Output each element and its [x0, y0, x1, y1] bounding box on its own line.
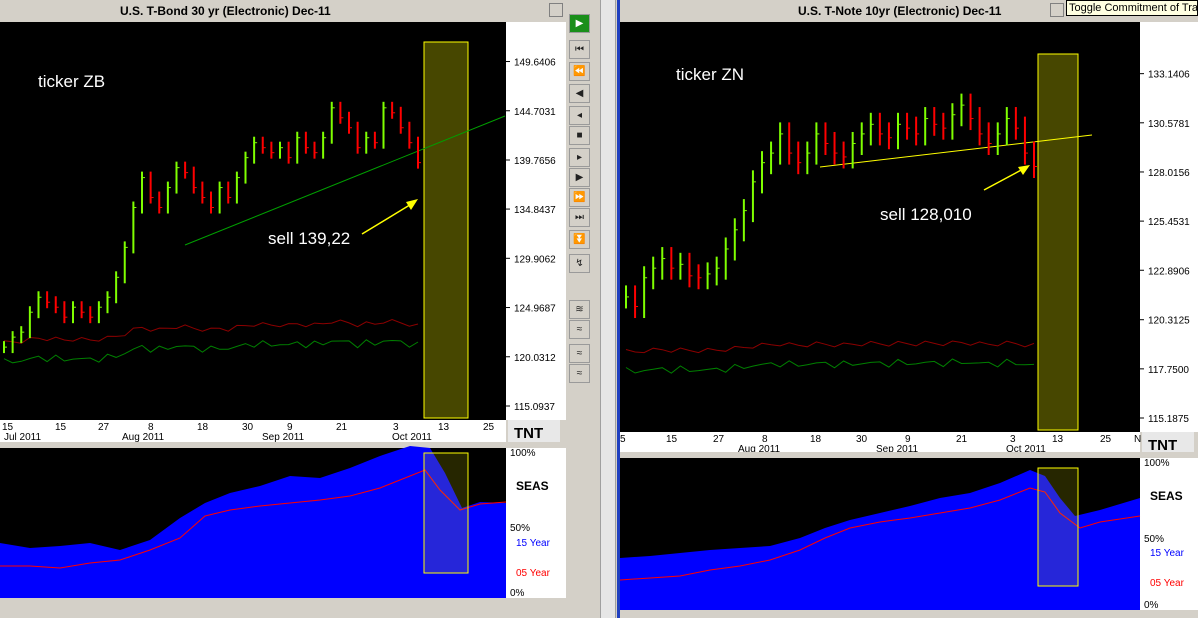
left-chart-title: U.S. T-Bond 30 yr (Electronic) Dec-11 [120, 4, 331, 18]
right-chart-title: U.S. T-Note 10yr (Electronic) Dec-11 [798, 4, 1002, 18]
pct-tick-label: 100% [510, 448, 536, 459]
left-minimize-button[interactable] [549, 3, 563, 17]
date-tick-label: 18 [197, 422, 209, 433]
tooltip: Toggle Commitment of Traders [1066, 0, 1198, 16]
left-title-bar: U.S. T-Bond 30 yr (Electronic) Dec-11 [0, 0, 566, 23]
ticker-label: ticker ZB [38, 72, 105, 91]
ticker-label: ticker ZN [676, 65, 744, 84]
date-tick-label: 21 [956, 434, 968, 445]
pane-separator [620, 452, 1198, 458]
pane-separator [0, 442, 566, 448]
date-tick-label: 30 [856, 434, 868, 445]
month-label: Jul 2011 [4, 432, 42, 443]
right-chart-canvas: 133.1406 130.5781 128.0156 125.4531 122.8906… [620, 22, 1198, 618]
date-tick-label: 15 [55, 422, 67, 433]
toolbar-button-16[interactable]: ≈ [569, 364, 590, 383]
window-divider [594, 0, 620, 618]
toolbar-button-9[interactable]: ⏩ [569, 188, 590, 207]
toolbar-button-6[interactable]: ■ [569, 126, 590, 145]
tnt-logo: TNT [514, 425, 543, 442]
toolbar-button-12[interactable]: ↯ [569, 254, 590, 273]
toolbar-button-15[interactable]: ≈ [569, 344, 590, 363]
legend-15-year: 15 Year [516, 538, 551, 549]
price-tick-label: 120.0312 [514, 353, 556, 364]
seasonal-pane-highlight [423, 452, 469, 574]
right-chart-window: U.S. T-Note 10yr (Electronic) Dec-11 133… [620, 0, 1198, 618]
divider-scrollbar[interactable] [600, 0, 616, 618]
price-tick-label: 117.7500 [1148, 365, 1189, 376]
pct-tick-label: 50% [1144, 534, 1164, 545]
seasonal-highlight-box [1037, 53, 1079, 431]
toolbar-button-5[interactable]: ◂ [569, 106, 590, 125]
date-tick-label: 27 [98, 422, 110, 433]
sell-label: sell 128,010 [880, 205, 972, 224]
sell-label: sell 139,22 [268, 229, 350, 248]
price-tick-label: 125.4531 [1148, 217, 1190, 228]
price-tick-label: 134.8437 [514, 205, 556, 216]
price-tick-label: 115.0937 [514, 402, 555, 413]
date-tick-label: 25 [483, 422, 495, 433]
date-tick-label: 21 [336, 422, 348, 433]
date-tick-label: 15 [666, 434, 678, 445]
price-tick-label: 149.6406 [514, 58, 556, 69]
legend-05-year: 05 Year [1150, 578, 1185, 589]
legend-15-year: 15 Year [1150, 548, 1185, 559]
toolbar-button-2[interactable]: ⏮ [569, 40, 590, 59]
toolbar-button-8[interactable]: ▶ [569, 168, 590, 187]
month-label: Sep 2011 [262, 432, 305, 443]
pct-tick-label: 0% [510, 588, 525, 599]
seasonal-highlight-box [423, 41, 469, 419]
toolbar-button-10[interactable]: ⏭ [569, 208, 590, 227]
price-tick-label: 130.5781 [1148, 119, 1190, 130]
seas-label: SEAS [516, 479, 549, 493]
month-label: Oct 2011 [392, 432, 432, 443]
date-tick-label: 30 [242, 422, 254, 433]
chart-toolbar: ▶ ⏮ ⏪ ◀ ◂ ■ ▸ ▶ ⏩ ⏭ ⏬ ↯ ≋ ≈ ≈ ≈ [566, 0, 594, 618]
toolbar-button-4[interactable]: ◀ [569, 84, 590, 103]
seasonal-pane-highlight [1037, 467, 1079, 587]
left-chart-canvas: 149.6406 144.7031 139.7656 134.8437 129.9062… [0, 22, 566, 618]
toolbar-button-11[interactable]: ⏬ [569, 230, 590, 249]
bottom-tab-strip [0, 598, 566, 618]
toolbar-button-14[interactable]: ≈ [569, 320, 590, 339]
pct-tick-label: 100% [1144, 458, 1170, 469]
date-tick-label: 13 [1052, 434, 1064, 445]
bottom-tab-strip [620, 610, 1198, 618]
toolbar-button-3[interactable]: ⏪ [569, 62, 590, 81]
date-tick-label: 18 [810, 434, 822, 445]
legend-05-year: 05 Year [516, 568, 551, 579]
pct-tick-label: 50% [510, 523, 530, 534]
toolbar-button-13[interactable]: ≋ [569, 300, 590, 319]
date-tick-label: 5 [620, 434, 626, 445]
price-tick-label: 128.0156 [1148, 168, 1190, 179]
pct-tick-label: 0% [1144, 600, 1159, 611]
date-tick-label: N [1134, 434, 1141, 445]
right-minimize-button[interactable] [1050, 3, 1064, 17]
price-tick-label: 120.3125 [1148, 316, 1190, 327]
price-tick-label: 139.7656 [514, 156, 556, 167]
price-tick-label: 115.1875 [1148, 414, 1189, 425]
price-tick-label: 122.8906 [1148, 266, 1190, 277]
price-tick-label: 124.9687 [514, 304, 556, 315]
date-tick-label: 27 [713, 434, 725, 445]
left-chart-window: U.S. T-Bond 30 yr (Electronic) Dec-11 14… [0, 0, 566, 618]
date-tick-label: 25 [1100, 434, 1112, 445]
seas-label: SEAS [1150, 489, 1183, 503]
tnt-logo: TNT [1148, 437, 1177, 454]
toolbar-button-7[interactable]: ▸ [569, 148, 590, 167]
month-label: Aug 2011 [122, 432, 165, 443]
toolbar-button-1[interactable]: ▶ [569, 14, 590, 33]
price-tick-label: 133.1406 [1148, 70, 1190, 81]
price-tick-label: 129.9062 [514, 254, 556, 265]
price-tick-label: 144.7031 [514, 107, 556, 118]
date-tick-label: 13 [438, 422, 450, 433]
